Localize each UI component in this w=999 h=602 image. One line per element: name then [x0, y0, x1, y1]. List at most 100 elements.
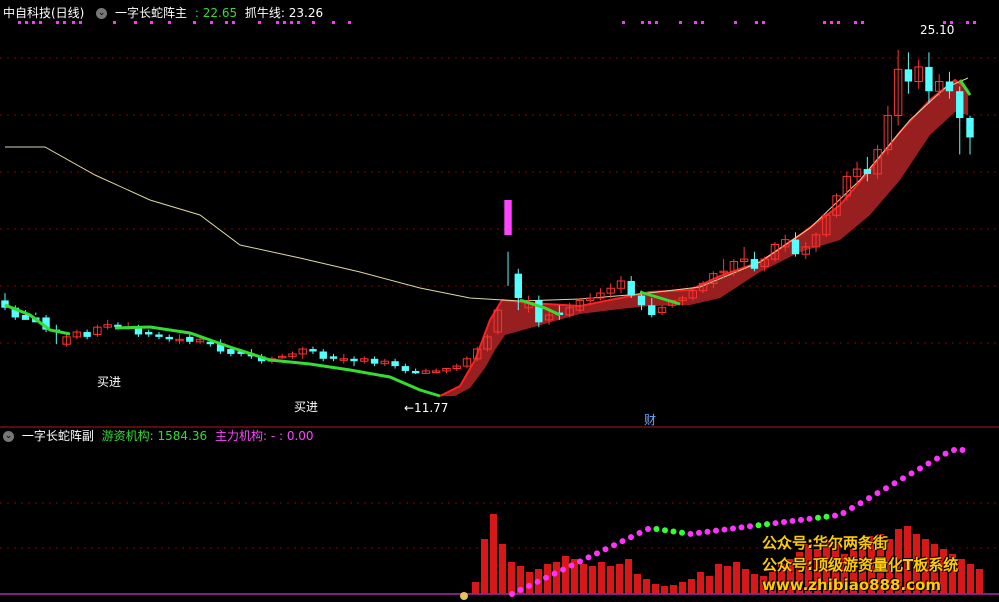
indicator-bar	[670, 585, 677, 594]
candle-body	[956, 91, 964, 118]
indicator-dot	[662, 527, 668, 534]
indicator-dot	[883, 485, 889, 492]
green-trend-segment	[4, 303, 71, 336]
indicator-dot	[577, 558, 583, 565]
signal-dot	[312, 21, 315, 24]
candle-body	[945, 81, 954, 92]
candle-body	[370, 358, 379, 364]
signal-dot	[150, 21, 153, 24]
indicator-dot	[551, 570, 558, 577]
indicator-bar	[976, 569, 983, 594]
candle-body	[329, 356, 338, 359]
watermark-line-2: 公众号:顶级游资量化T板系统	[762, 556, 959, 574]
indicator-dot	[602, 546, 609, 553]
indicator-dot	[687, 530, 694, 537]
indicator-name: 一字长蛇阵主	[115, 6, 188, 20]
signal-dot	[655, 21, 658, 24]
signal-dot	[861, 21, 864, 24]
indicator-dot	[891, 480, 898, 487]
candle-body	[648, 305, 656, 316]
candle-body	[155, 334, 163, 337]
indicator-bar	[580, 564, 587, 594]
indicator-dot	[908, 470, 915, 477]
candle-body	[637, 295, 646, 306]
high-price-label: 25.10	[920, 23, 955, 37]
buy-signal-label: 买进	[294, 400, 319, 414]
chevron-down-icon[interactable]: ⌄	[3, 431, 14, 442]
indicator-dot	[900, 475, 906, 482]
signal-dot	[830, 21, 833, 24]
indicator-dot	[959, 447, 966, 453]
indicator-bar	[958, 559, 965, 594]
indicator-dot	[815, 514, 821, 521]
chevron-down-icon[interactable]: ⌄	[96, 8, 108, 19]
signal-dot	[276, 21, 279, 24]
candle-body	[319, 351, 327, 359]
sub-header: ⌄ 一字长蛇阵副 游资机构: 1584.36 主力机构: - : 0.00	[3, 428, 318, 444]
signal-dot	[701, 21, 704, 24]
indicator-bar	[634, 574, 641, 594]
youzi-label: 游资机构: 1584.36	[101, 429, 208, 443]
trend-ribbon-area	[440, 80, 968, 396]
candle-body	[391, 361, 399, 367]
indicator-dot	[832, 512, 838, 519]
indicator-bar	[508, 562, 515, 594]
signal-dot	[72, 21, 75, 24]
indicator-bar	[733, 562, 740, 594]
signal-dot	[966, 21, 969, 24]
indicator-bar	[472, 582, 479, 594]
stock-name: 中自科技(日线)	[3, 6, 85, 20]
indicator-dot	[934, 455, 940, 462]
indicator-dot	[730, 525, 736, 532]
indicator-bar	[481, 539, 488, 594]
finance-marker[interactable]: 财	[644, 411, 656, 428]
indicator-dot	[611, 542, 617, 549]
candle-body	[627, 280, 635, 296]
signal-dot	[79, 21, 82, 24]
long-ma-line	[5, 77, 969, 302]
indicator-bar	[688, 579, 695, 594]
signal-dot	[18, 21, 21, 24]
indicator-value: : 22.65	[194, 6, 238, 20]
signal-dot	[25, 21, 28, 24]
signal-dot	[641, 21, 644, 24]
indicator-dot	[781, 519, 787, 525]
indicator-dot	[747, 523, 753, 530]
signal-dot	[63, 21, 66, 24]
indicator-bar	[661, 586, 668, 594]
signal-dot	[679, 21, 682, 24]
candle-body	[350, 358, 358, 362]
indicator-dot	[679, 529, 685, 536]
indicator-dot	[509, 591, 515, 597]
indicator-bar	[625, 559, 632, 594]
candle-body	[411, 370, 420, 374]
sub-indicator-name: 一字长蛇阵副	[21, 429, 94, 443]
indicator-dot	[585, 554, 592, 561]
indicator-dot	[917, 465, 923, 472]
signal-dot	[39, 21, 42, 24]
indicator-dot	[526, 582, 532, 589]
trend-ribbon	[439, 78, 969, 397]
candle-body	[227, 349, 235, 354]
signal-dot	[694, 21, 697, 24]
indicator-dot	[543, 574, 549, 581]
main-header: 中自科技(日线) ⌄ 一字长蛇阵主 : 22.65 抓牛线: 23.26	[3, 5, 327, 21]
indicator-bar	[706, 576, 713, 594]
candle-body	[966, 117, 974, 138]
candle-body	[514, 273, 522, 298]
signal-dot	[762, 21, 765, 24]
indicator-dot	[942, 450, 949, 457]
indicator-dot	[568, 562, 575, 569]
signal-dot	[232, 21, 235, 24]
signal-dot	[193, 21, 196, 24]
indicator-bar	[679, 582, 686, 594]
candle-body	[309, 349, 317, 352]
candle-body	[750, 259, 759, 269]
indicator-dot	[849, 505, 855, 512]
signal-dot	[210, 21, 213, 24]
indicator-bar	[553, 562, 560, 594]
indicator-dot	[696, 529, 702, 536]
marker-icon	[460, 592, 468, 600]
indicator-dot	[594, 550, 600, 557]
stock-chart[interactable]	[0, 0, 999, 602]
